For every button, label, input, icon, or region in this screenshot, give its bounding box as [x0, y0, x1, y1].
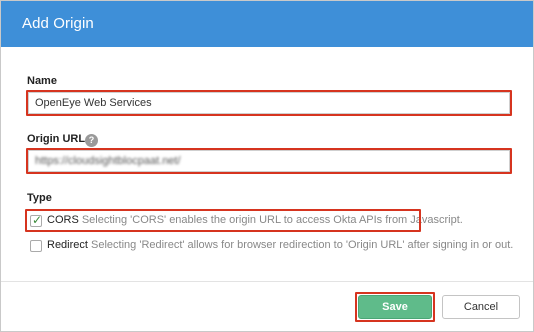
- dialog-title: Add Origin: [22, 15, 94, 32]
- origin-url-field[interactable]: [28, 150, 510, 172]
- add-origin-dialog: Add Origin Name Origin URL ? Type ✓ CORS…: [0, 0, 534, 332]
- save-button[interactable]: Save: [358, 295, 432, 319]
- check-icon: ✓: [32, 213, 43, 227]
- name-label: Name: [27, 75, 57, 87]
- name-input[interactable]: [35, 97, 475, 109]
- cors-option: CORS Selecting 'CORS' enables the origin…: [47, 214, 463, 226]
- cors-checkbox[interactable]: ✓: [30, 213, 43, 227]
- redirect-option: Redirect Selecting 'Redirect' allows for…: [47, 239, 513, 251]
- cancel-button[interactable]: Cancel: [442, 295, 520, 319]
- type-label: Type: [27, 192, 52, 204]
- footer-divider: [1, 281, 533, 282]
- redirect-checkbox[interactable]: [30, 240, 42, 252]
- cors-option-desc: Selecting 'CORS' enables the origin URL …: [81, 214, 463, 226]
- name-field[interactable]: [28, 92, 510, 114]
- dialog-header: Add Origin: [1, 1, 533, 47]
- origin-url-label: Origin URL: [27, 133, 86, 145]
- help-icon[interactable]: ?: [85, 134, 98, 147]
- redirect-option-desc: Selecting 'Redirect' allows for browser …: [91, 239, 514, 251]
- redirect-option-name: Redirect: [47, 239, 88, 251]
- cors-option-name: CORS: [47, 214, 79, 226]
- origin-url-input[interactable]: [35, 155, 475, 167]
